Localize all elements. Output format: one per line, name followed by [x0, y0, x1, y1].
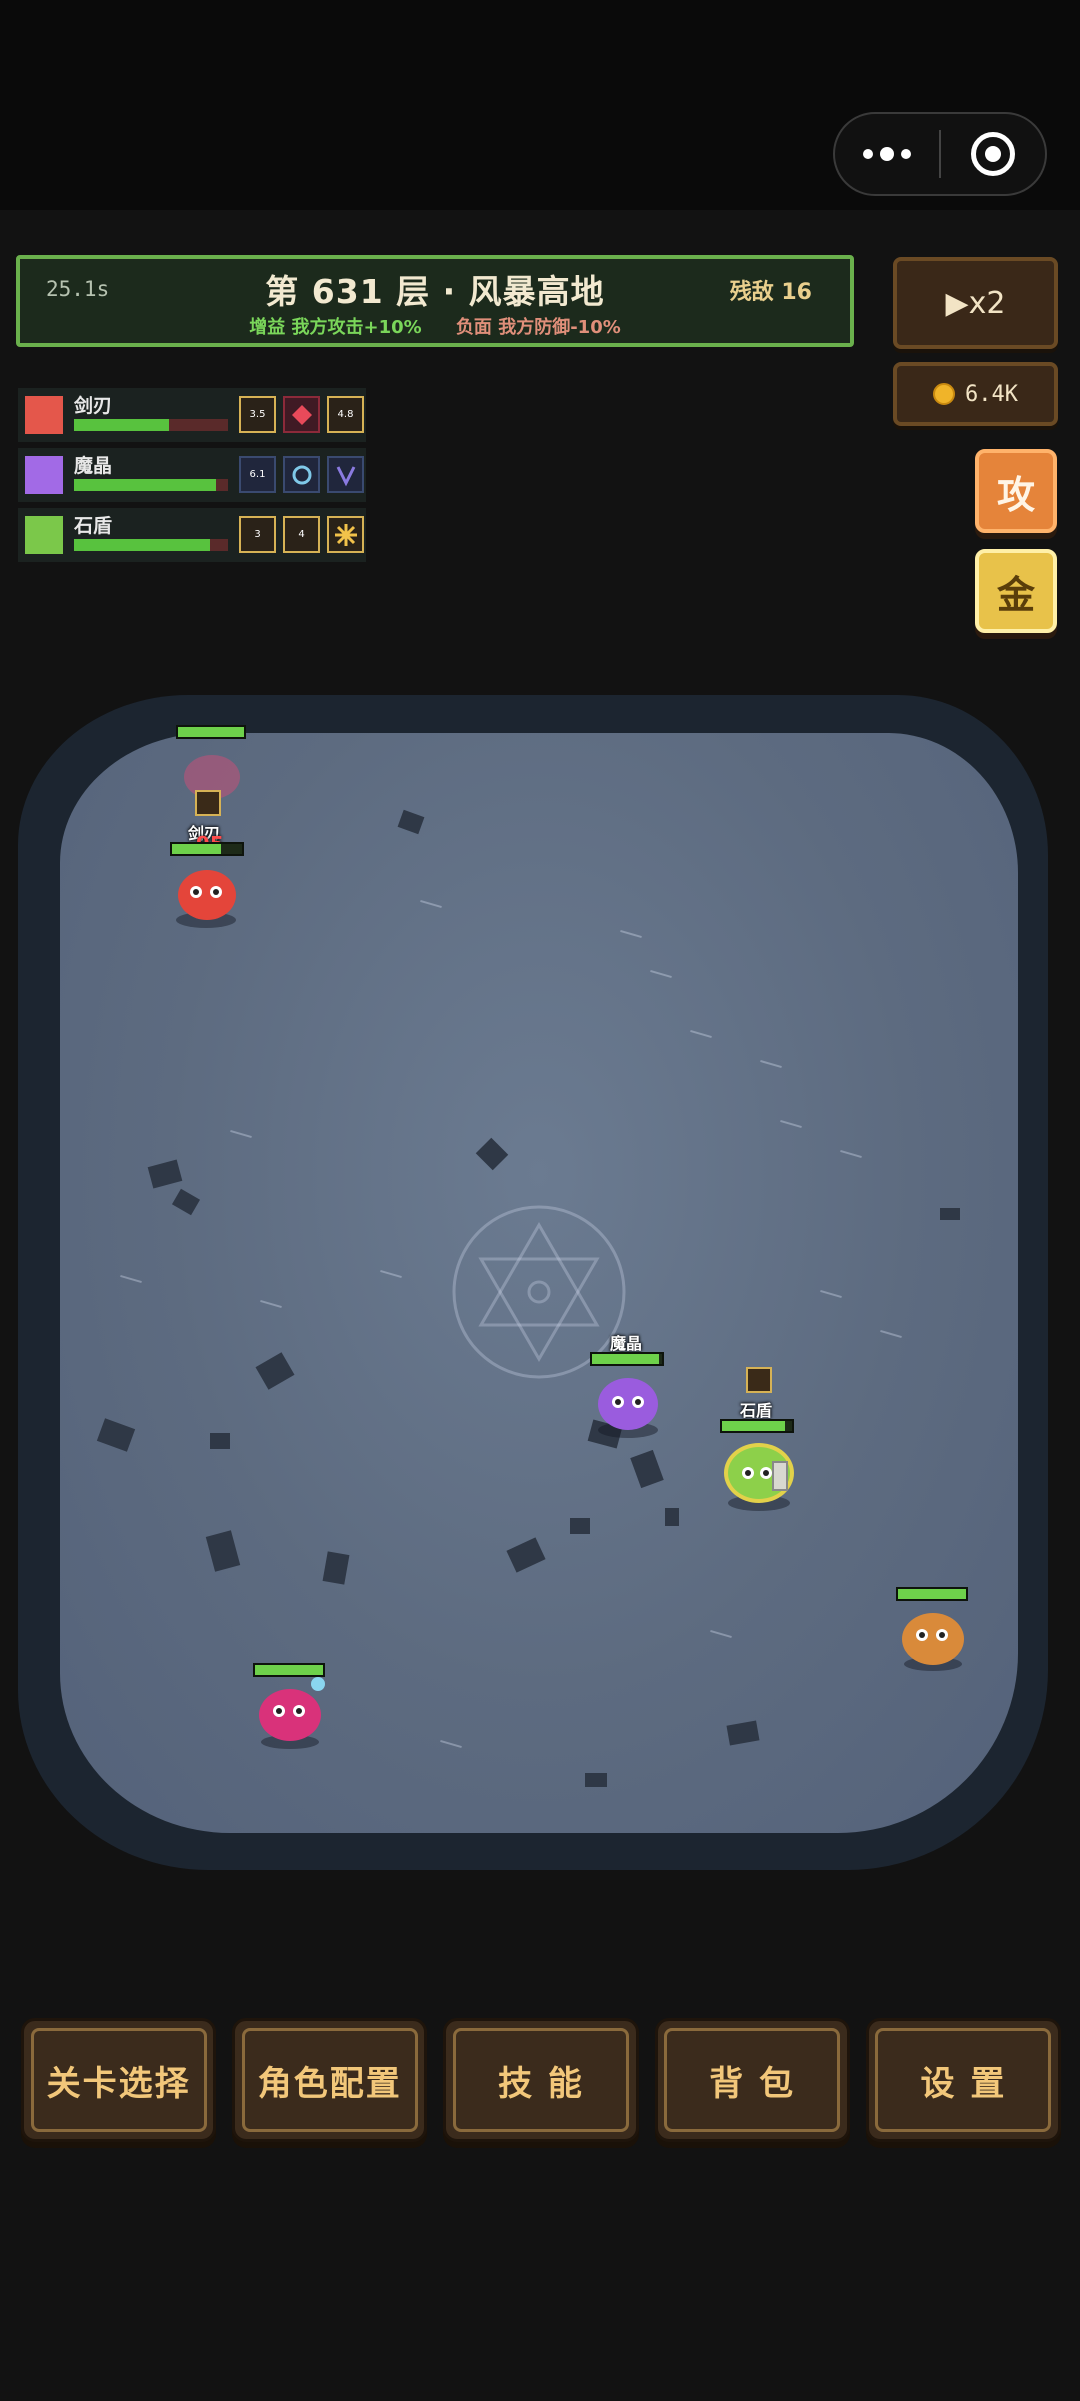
hero-hp-bar [170, 842, 244, 856]
skill-guard-icon[interactable]: 3 [239, 516, 276, 553]
hero-buff-icon [195, 790, 221, 816]
rain-streak [880, 1330, 902, 1338]
debuff-text: 负面 我方防御-10% [455, 317, 621, 338]
rain-streak [840, 1150, 862, 1158]
shield-hero-body [724, 1443, 794, 1503]
mini-program-capsule [833, 112, 1047, 196]
hero-hp-bar [720, 1419, 794, 1433]
rain-streak [690, 1030, 712, 1038]
more-dots-icon[interactable] [835, 114, 939, 194]
skill-cross-swords-icon[interactable]: 4.8 [327, 396, 364, 433]
gold-amount: 6.4K [965, 381, 1018, 407]
party-member-shield[interactable]: 石盾 3 4 [18, 508, 366, 562]
skill-ice-icon[interactable] [283, 456, 320, 493]
buff-text: 增益 我方攻击+10% [249, 317, 422, 338]
rain-streak [120, 1275, 142, 1283]
member-name: 剑刃 [74, 395, 113, 417]
backpack-button[interactable]: 背 包 [654, 2018, 850, 2142]
skill-meteor-icon[interactable]: 6.1 [239, 456, 276, 493]
remaining-enemies: 残敌 16 [729, 280, 812, 305]
rock [665, 1508, 679, 1526]
rock [397, 809, 425, 835]
hero-name-label: 魔晶 [610, 1334, 643, 1353]
rock [726, 1720, 760, 1746]
rain-streak [780, 1120, 802, 1128]
rock [322, 1551, 350, 1585]
sword-hero-body [178, 870, 236, 920]
member-name: 魔晶 [74, 455, 113, 477]
rock [210, 1433, 230, 1449]
enemy-body [259, 1689, 321, 1741]
rock [147, 1159, 183, 1189]
member-name: 石盾 [74, 515, 113, 537]
rock [630, 1449, 664, 1489]
gold-upgrade-button[interactable]: 金 [975, 549, 1057, 633]
rock [96, 1418, 136, 1452]
rock [255, 1352, 295, 1390]
enemy-hp-bar [176, 725, 246, 739]
level-modifiers: 增益 我方攻击+10% 负面 我方防御-10% [20, 313, 850, 339]
skill-burst-icon[interactable] [327, 516, 364, 553]
skill-crystal-icon[interactable] [283, 396, 320, 433]
target-circle-icon[interactable] [941, 114, 1045, 194]
rock [940, 1208, 960, 1220]
rain-streak [820, 1290, 842, 1298]
attack-upgrade-button[interactable]: 攻 [975, 449, 1057, 533]
staff-orb-icon [311, 1677, 325, 1691]
rock [171, 1188, 201, 1216]
member-hp-bar [74, 479, 228, 491]
stage-select-button[interactable]: 关卡选择 [21, 2018, 217, 2142]
coin-icon [933, 383, 955, 405]
member-color [25, 396, 63, 434]
party-member-sword[interactable]: 剑刃 3.5 4.8 [18, 388, 366, 442]
character-config-button[interactable]: 角色配置 [232, 2018, 428, 2142]
rain-streak [760, 1060, 782, 1068]
rock [205, 1530, 241, 1572]
battle-arena: 剑刃 95 魔晶 石盾 [18, 695, 1048, 1870]
gold-counter[interactable]: 6.4K [893, 362, 1058, 426]
settings-button[interactable]: 设 置 [865, 2018, 1062, 2142]
member-hp-bar [74, 419, 228, 431]
level-title: 第 631 层 · 风暴高地 [265, 272, 605, 311]
enemy-body [902, 1613, 964, 1665]
member-skills: 6.1 [239, 456, 364, 493]
rain-streak [440, 1740, 462, 1748]
rock [506, 1537, 546, 1573]
game-screen: 25.1s 第 631 层 · 风暴高地 残敌 16 增益 我方攻击+10% 负… [0, 0, 1080, 2401]
hero-name-label: 石盾 [740, 1401, 773, 1420]
member-skills: 3.5 4.8 [239, 396, 364, 433]
skill-slash-icon[interactable]: 3.5 [239, 396, 276, 433]
member-hp-bar [74, 539, 228, 551]
rain-streak [230, 1130, 252, 1138]
rain-streak [710, 1630, 732, 1638]
rock [475, 1137, 509, 1171]
rock [570, 1518, 590, 1534]
enemy-hp-bar [253, 1663, 325, 1677]
mage-hero-body [598, 1378, 658, 1430]
party-member-mage[interactable]: 魔晶 6.1 [18, 448, 366, 502]
level-banner: 25.1s 第 631 层 · 风暴高地 残敌 16 增益 我方攻击+10% 负… [16, 255, 854, 347]
rock [585, 1773, 607, 1787]
skill-arcane-icon[interactable] [327, 456, 364, 493]
skill-wall-icon[interactable]: 4 [283, 516, 320, 553]
rain-streak [260, 1300, 282, 1308]
rain-streak [380, 1270, 402, 1278]
shield-icon [772, 1461, 788, 1491]
skills-button[interactable]: 技 能 [443, 2018, 639, 2142]
hero-buff-icon [746, 1367, 772, 1393]
hero-hp-bar [590, 1352, 664, 1366]
bottom-nav: 关卡选择 角色配置 技 能 背 包 设 置 [21, 2018, 1062, 2142]
party-panel: 剑刃 3.5 4.8 魔晶 6.1 石盾 3 4 [18, 388, 366, 568]
member-color [25, 516, 63, 554]
speed-button[interactable]: ▶x2 [893, 257, 1058, 349]
enemy-hp-bar [896, 1587, 968, 1601]
rain-streak [650, 970, 672, 978]
member-skills: 3 4 [239, 516, 364, 553]
member-color [25, 456, 63, 494]
rain-streak [620, 930, 642, 938]
rain-streak [420, 900, 442, 908]
